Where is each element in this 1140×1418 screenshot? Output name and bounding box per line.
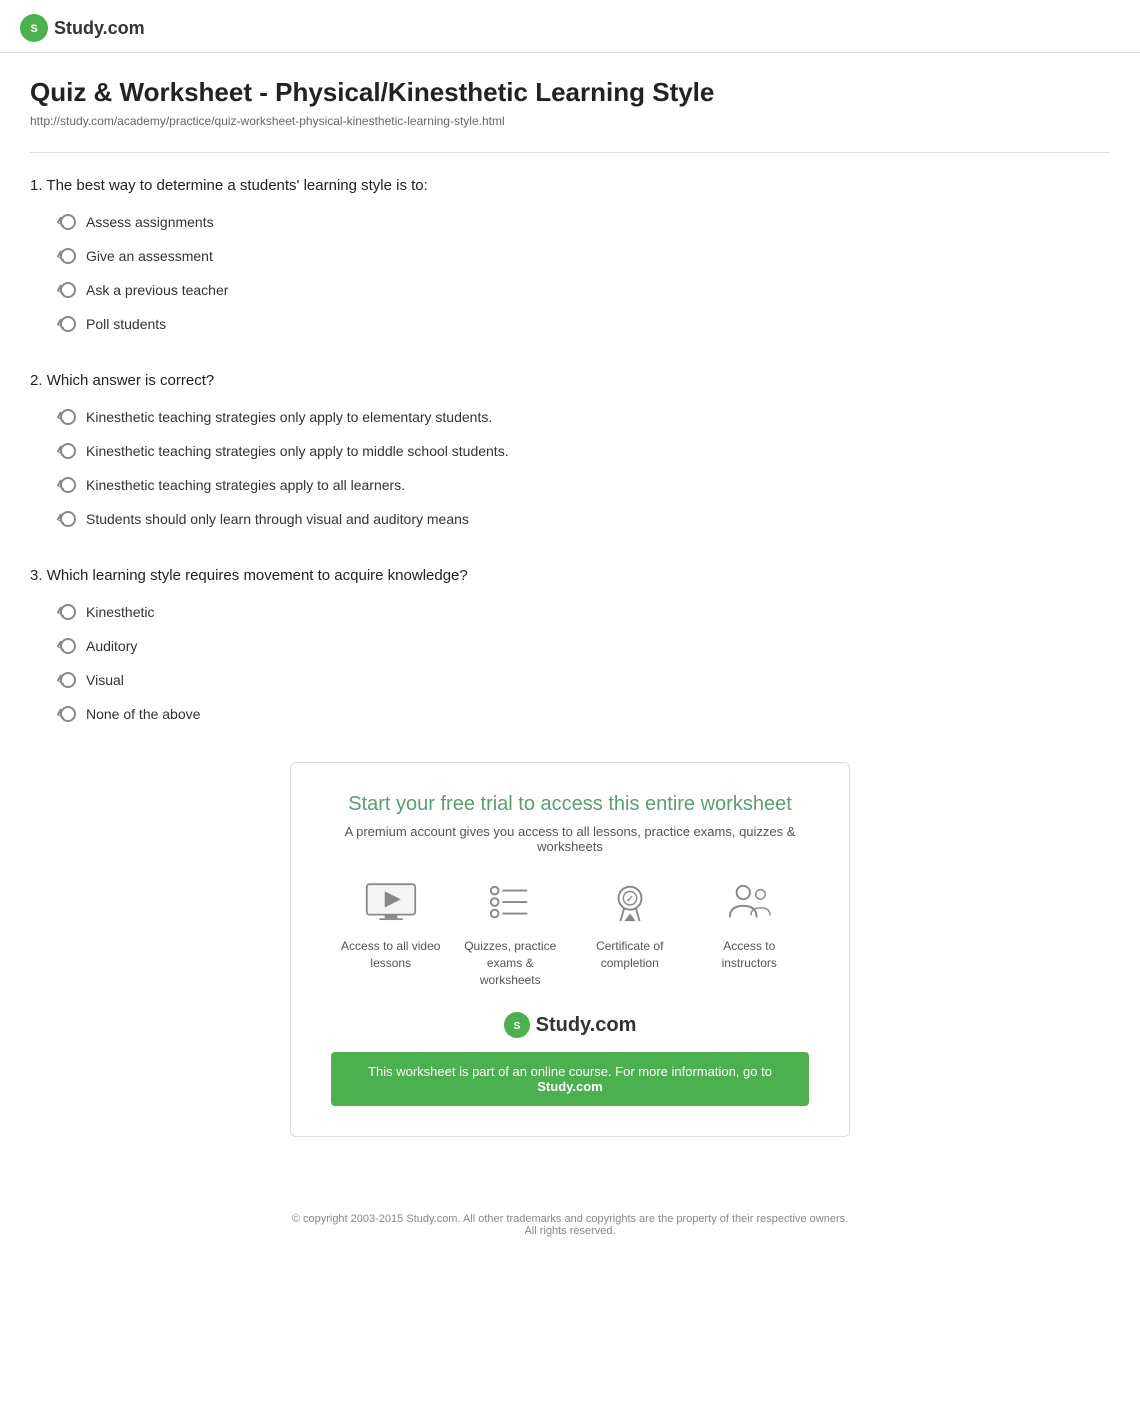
cta-text: This worksheet is part of an online cour… [368, 1064, 772, 1079]
radio-q2-c[interactable] [60, 477, 76, 493]
option-label: Auditory [86, 638, 137, 654]
feature-quizzes-label: Quizzes, practice exams & worksheets [455, 938, 565, 988]
header: S Study.com [0, 0, 1140, 53]
option-label: None of the above [86, 706, 200, 722]
monitor-play-icon [361, 878, 421, 928]
rights-text: All rights reserved. [20, 1225, 1120, 1237]
list-item: Poll students [60, 316, 1110, 332]
promo-logo-icon: S [504, 1012, 530, 1038]
svg-text:S: S [513, 1021, 520, 1032]
logo-text: Study.com [54, 18, 145, 39]
svg-text:✓: ✓ [626, 894, 634, 905]
list-item: Kinesthetic teaching strategies only app… [60, 409, 1110, 425]
promo-title: Start your free trial to access this ent… [331, 793, 809, 816]
promo-features: Access to all video lessons [331, 878, 809, 988]
option-label: Students should only learn through visua… [86, 511, 469, 527]
radio-q1-d[interactable] [60, 316, 76, 332]
radio-q2-a[interactable] [60, 409, 76, 425]
logo-icon: S [20, 14, 48, 42]
list-item: Auditory [60, 638, 1110, 654]
list-item: Visual [60, 672, 1110, 688]
promo-logo: S Study.com [331, 1012, 809, 1038]
option-label: Kinesthetic teaching strategies only app… [86, 443, 509, 459]
feature-quizzes: Quizzes, practice exams & worksheets [455, 878, 565, 988]
promo-box: Start your free trial to access this ent… [290, 762, 850, 1137]
radio-q3-b[interactable] [60, 638, 76, 654]
divider [30, 152, 1110, 153]
question-1: 1. The best way to determine a students'… [30, 177, 1110, 332]
page-url: http://study.com/academy/practice/quiz-w… [30, 114, 1110, 128]
copyright-text: © copyright 2003-2015 Study.com. All oth… [20, 1213, 1120, 1225]
promo-subtitle: A premium account gives you access to al… [331, 824, 809, 854]
footer: © copyright 2003-2015 Study.com. All oth… [0, 1197, 1140, 1257]
question-3: 3. Which learning style requires movemen… [30, 567, 1110, 722]
option-label: Ask a previous teacher [86, 282, 228, 298]
feature-certificate: ✓ Certificate of completion [575, 878, 685, 988]
list-item: Give an assessment [60, 248, 1110, 264]
option-label: Give an assessment [86, 248, 213, 264]
question-3-options: Kinesthetic Auditory Visual None of the … [30, 604, 1110, 722]
feature-video-label: Access to all video lessons [336, 938, 446, 972]
certificate-icon: ✓ [600, 878, 660, 928]
main-content: Quiz & Worksheet - Physical/Kinesthetic … [0, 53, 1140, 1197]
radio-q2-d[interactable] [60, 511, 76, 527]
list-item: Kinesthetic teaching strategies only app… [60, 443, 1110, 459]
list-icon [480, 878, 540, 928]
option-label: Kinesthetic teaching strategies apply to… [86, 477, 405, 493]
option-label: Poll students [86, 316, 166, 332]
list-item: Students should only learn through visua… [60, 511, 1110, 527]
question-2-options: Kinesthetic teaching strategies only app… [30, 409, 1110, 527]
radio-q3-a[interactable] [60, 604, 76, 620]
logo: S Study.com [20, 14, 1120, 42]
feature-certificate-label: Certificate of completion [575, 938, 685, 972]
promo-container: Start your free trial to access this ent… [30, 762, 1110, 1137]
question-2-text: 2. Which answer is correct? [30, 372, 1110, 389]
feature-instructors-label: Access to instructors [694, 938, 804, 972]
list-item: Kinesthetic teaching strategies apply to… [60, 477, 1110, 493]
option-label: Visual [86, 672, 124, 688]
question-1-text: 1. The best way to determine a students'… [30, 177, 1110, 194]
svg-text:S: S [30, 23, 37, 35]
cta-link[interactable]: Study.com [537, 1079, 603, 1094]
instructor-icon [719, 878, 779, 928]
list-item: None of the above [60, 706, 1110, 722]
radio-q3-c[interactable] [60, 672, 76, 688]
question-1-options: Assess assignments Give an assessment As… [30, 214, 1110, 332]
list-item: Kinesthetic [60, 604, 1110, 620]
list-item: Ask a previous teacher [60, 282, 1110, 298]
radio-q1-a[interactable] [60, 214, 76, 230]
feature-video: Access to all video lessons [336, 878, 446, 988]
option-label: Assess assignments [86, 214, 214, 230]
radio-q1-c[interactable] [60, 282, 76, 298]
question-3-text: 3. Which learning style requires movemen… [30, 567, 1110, 584]
feature-instructors: Access to instructors [694, 878, 804, 988]
promo-cta-banner: This worksheet is part of an online cour… [331, 1052, 809, 1106]
page-title: Quiz & Worksheet - Physical/Kinesthetic … [30, 77, 1110, 108]
list-item: Assess assignments [60, 214, 1110, 230]
promo-logo-text: Study.com [536, 1014, 637, 1037]
radio-q1-b[interactable] [60, 248, 76, 264]
option-label: Kinesthetic teaching strategies only app… [86, 409, 492, 425]
question-2: 2. Which answer is correct? Kinesthetic … [30, 372, 1110, 527]
radio-q2-b[interactable] [60, 443, 76, 459]
radio-q3-d[interactable] [60, 706, 76, 722]
option-label: Kinesthetic [86, 604, 154, 620]
